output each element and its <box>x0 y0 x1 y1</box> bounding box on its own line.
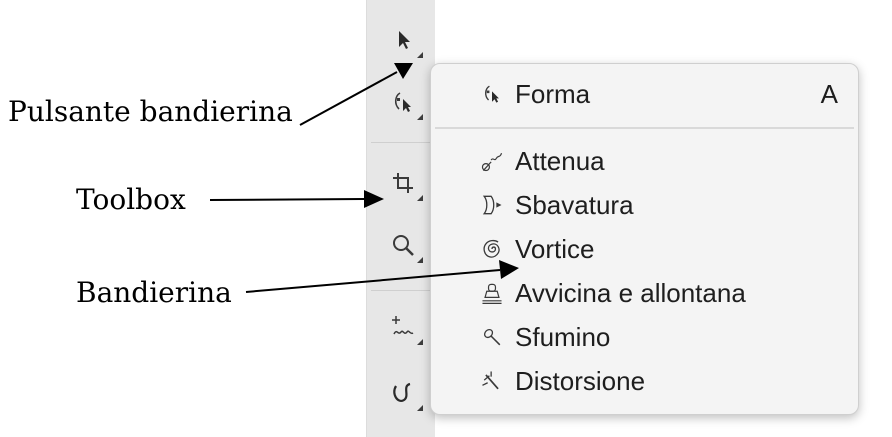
callout-flyout: Bandierina <box>76 276 232 309</box>
menu-item-label: Vortice <box>515 233 595 264</box>
flyout-indicator <box>417 405 423 411</box>
curve-tool-button[interactable] <box>381 373 425 413</box>
toolbox-separator <box>371 142 431 143</box>
menu-item-label: Distorsione <box>515 365 646 396</box>
shape-tool-button[interactable] <box>381 82 425 122</box>
menu-item-forma[interactable]: Forma A <box>431 74 858 114</box>
toolbox-separator <box>371 290 431 291</box>
flyout-indicator <box>417 195 423 201</box>
shape-tool-icon <box>394 92 411 112</box>
callout-flag-button: Pulsante bandierina <box>8 95 293 128</box>
callout-toolbox: Toolbox <box>76 183 186 216</box>
shape-tool-icon <box>477 79 507 109</box>
menu-item-label: Sbavatura <box>515 189 634 220</box>
flyout-indicator <box>417 52 423 58</box>
menu-item-label: Attenua <box>515 145 605 176</box>
flyout-indicator <box>417 257 423 263</box>
freehand-tool-button[interactable] <box>381 307 425 347</box>
flyout-menu: Forma A Attenua Sbavatura Vortice Avvici… <box>430 63 859 415</box>
menu-item-avvicina-allontana[interactable]: Avvicina e allontana <box>431 273 858 313</box>
freehand-icon <box>392 316 414 335</box>
menu-item-label: Forma <box>515 78 591 109</box>
menu-item-label: Sfumino <box>515 321 611 352</box>
crop-icon <box>393 173 413 193</box>
menu-item-vortice[interactable]: Vortice <box>431 229 858 269</box>
toolbox <box>366 0 435 437</box>
twirl-icon <box>477 234 507 264</box>
menu-separator <box>435 127 854 129</box>
flyout-indicator <box>417 339 423 345</box>
crop-tool-button[interactable] <box>381 163 425 203</box>
zoom-icon <box>393 235 414 256</box>
menu-item-distorsione[interactable]: Distorsione <box>431 361 858 401</box>
flyout-indicator <box>417 114 423 120</box>
menu-item-sfumino[interactable]: Sfumino <box>431 317 858 357</box>
menu-item-shortcut: A <box>820 78 838 109</box>
roughen-icon <box>477 366 507 396</box>
pick-tool-button[interactable] <box>381 20 425 60</box>
menu-item-label: Avvicina e allontana <box>515 277 746 308</box>
smear-icon <box>477 190 507 220</box>
arrow-toolbox <box>209 190 384 208</box>
pick-arrow-icon <box>399 31 410 49</box>
attract-repel-icon <box>477 278 507 308</box>
curve-icon <box>393 382 411 402</box>
zoom-tool-button[interactable] <box>381 225 425 265</box>
smudge-icon <box>477 322 507 352</box>
smooth-icon <box>477 146 507 176</box>
menu-item-attenua[interactable]: Attenua <box>431 141 858 181</box>
menu-item-sbavatura[interactable]: Sbavatura <box>431 185 858 225</box>
